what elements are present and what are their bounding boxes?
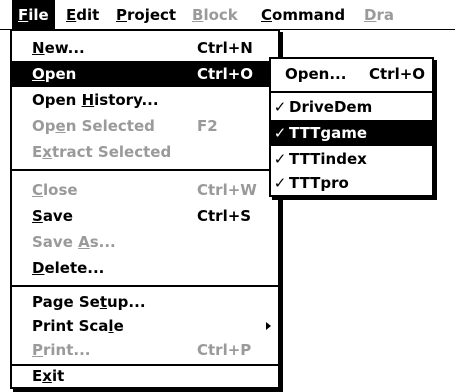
menu-item-print[interactable]: Print... Ctrl+P: [12, 337, 278, 363]
menu-item-exit[interactable]: Exit: [12, 363, 278, 389]
menu-command-rest: ommand: [272, 6, 346, 24]
menu-item-label-post: up...: [107, 293, 146, 311]
menu-draw-mnemonic: D: [364, 6, 377, 24]
menu-edit[interactable]: Edit: [60, 0, 105, 29]
checkmark-icon: ✓: [273, 98, 287, 116]
recent-file-label: TTTindex: [289, 150, 367, 168]
menu-item-mnemonic: t: [99, 293, 107, 311]
menu-item-label-post: istory...: [94, 91, 159, 109]
menu-command-mnemonic: C: [261, 6, 273, 24]
menu-item-accelerator: Ctrl+W: [197, 181, 257, 199]
menu-item-label-post: lose: [43, 181, 78, 199]
recent-file-tttpro[interactable]: ✓ TTTpro: [271, 170, 432, 196]
menu-item-label-post: pen: [44, 65, 77, 83]
checkmark-icon: ✓: [273, 124, 287, 142]
menu-file[interactable]: File: [12, 0, 55, 29]
menu-item-mnemonic: H: [81, 91, 95, 109]
recent-file-label: DriveDem: [289, 98, 373, 116]
menu-item-accelerator: Ctrl+S: [197, 207, 252, 225]
menu-block-rest: lock: [203, 6, 238, 24]
menu-bar: File Edit Project Block Command Dra: [0, 0, 455, 30]
recent-file-label: TTTgame: [289, 124, 368, 142]
menu-project-rest: roject: [127, 6, 177, 24]
menu-project[interactable]: Project: [110, 0, 182, 29]
menu-item-label-post: tract Selected: [51, 143, 172, 161]
menu-edit-rest: dit: [76, 6, 100, 24]
menu-item-label-pre: E: [32, 143, 43, 161]
checkmark-icon: ✓: [273, 174, 287, 192]
menu-item-extract-selected[interactable]: Extract Selected: [12, 139, 278, 165]
checkmark-icon: ✓: [273, 150, 287, 168]
menu-item-mnemonic: D: [32, 259, 45, 277]
menu-item-label-post: e: [113, 317, 124, 335]
menu-item-label-post: rint...: [43, 341, 91, 359]
menu-item-open-selected[interactable]: Open Selected F2: [12, 113, 278, 139]
submenu-item-accelerator: Ctrl+O: [369, 65, 426, 83]
menu-file-mnemonic: F: [18, 6, 29, 24]
menu-item-print-scale[interactable]: Print Scale: [12, 313, 278, 339]
menu-item-label-pre: Print Sca: [32, 317, 109, 335]
menu-item-delete[interactable]: Delete...: [12, 255, 278, 281]
menu-item-accelerator: Ctrl+O: [197, 65, 254, 83]
recent-file-drivedem[interactable]: ✓ DriveDem: [271, 94, 432, 120]
menu-item-label-post: n Selected: [65, 117, 155, 135]
recent-file-tttgame[interactable]: ✓ TTTgame: [271, 120, 432, 146]
menu-item-label-post: s...: [89, 233, 116, 251]
menu-item-label-pre: Page Se: [32, 293, 100, 311]
menu-draw[interactable]: Dra: [358, 0, 400, 29]
menu-item-mnemonic: O: [32, 65, 45, 83]
menu-item-mnemonic: N: [32, 39, 45, 57]
submenu-separator: [271, 91, 432, 93]
menu-item-label-post: elete...: [44, 259, 105, 277]
menu-item-label-pre: Save: [32, 233, 79, 251]
open-submenu: Open... Ctrl+O ✓ DriveDem ✓ TTTgame ✓ TTTind…: [269, 57, 434, 197]
menu-separator: [12, 285, 278, 287]
menu-item-close[interactable]: Close Ctrl+W: [12, 177, 278, 203]
menu-item-mnemonic: S: [32, 207, 43, 225]
menu-file-rest: ile: [28, 6, 49, 24]
menu-item-label-post: it: [51, 367, 65, 385]
menu-item-label-post: ave: [42, 207, 73, 225]
menu-item-accelerator: Ctrl+N: [197, 39, 253, 57]
menu-item-mnemonic: C: [32, 181, 44, 199]
submenu-arrow-icon: [266, 322, 271, 330]
menu-item-accelerator: F2: [197, 117, 218, 135]
menu-item-mnemonic: x: [42, 143, 52, 161]
menu-command[interactable]: Command: [255, 0, 351, 29]
menu-item-save-as[interactable]: Save As...: [12, 229, 278, 255]
recent-file-label: TTTpro: [289, 174, 349, 192]
menu-block[interactable]: Block: [186, 0, 244, 29]
menu-item-label-pre: Op: [32, 117, 56, 135]
menu-item-new[interactable]: New... Ctrl+N: [12, 35, 278, 61]
menu-block-mnemonic: B: [192, 6, 204, 24]
menu-item-save[interactable]: Save Ctrl+S: [12, 203, 278, 229]
menu-item-mnemonic: e: [55, 117, 66, 135]
menu-item-open-history[interactable]: Open History...: [12, 87, 278, 113]
menu-item-mnemonic: P: [32, 341, 43, 359]
menu-item-label-pre: E: [32, 367, 43, 385]
submenu-item-label: Open...: [285, 65, 347, 83]
recent-file-tttindex[interactable]: ✓ TTTindex: [271, 146, 432, 172]
menu-edit-mnemonic: E: [66, 6, 77, 24]
menu-item-label-pre: Open: [32, 91, 82, 109]
menu-item-accelerator: Ctrl+P: [197, 341, 252, 359]
menu-separator: [12, 169, 278, 171]
file-menu: New... Ctrl+N Open Ctrl+O Open History... …: [10, 29, 280, 389]
menu-item-mnemonic: A: [78, 233, 90, 251]
menu-project-mnemonic: P: [116, 6, 127, 24]
menu-item-open[interactable]: Open Ctrl+O: [12, 61, 278, 87]
submenu-item-open-dialog[interactable]: Open... Ctrl+O: [271, 61, 432, 87]
menu-item-label-post: ew...: [44, 39, 85, 57]
menu-draw-rest: ra: [376, 6, 394, 24]
menu-item-page-setup[interactable]: Page Setup...: [12, 289, 278, 315]
menu-item-mnemonic: x: [42, 367, 52, 385]
